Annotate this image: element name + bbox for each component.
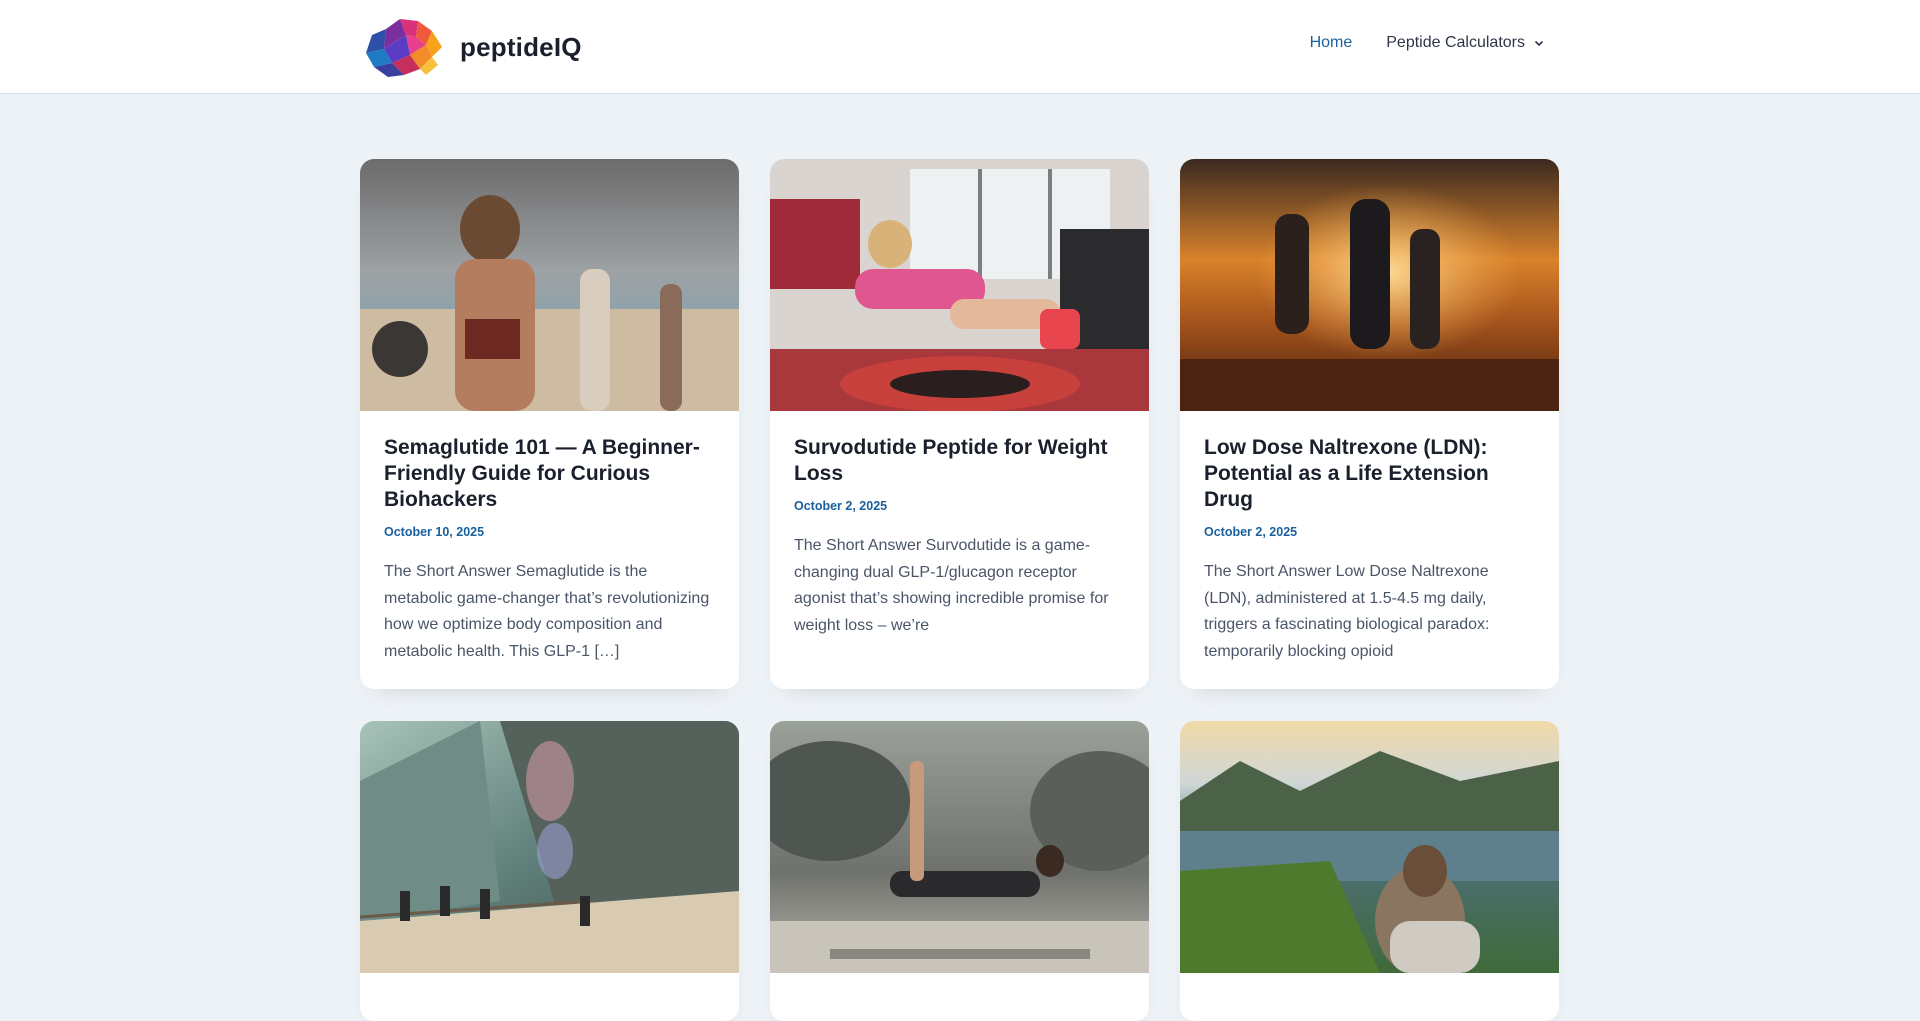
post-thumbnail-beach[interactable]	[360, 159, 739, 411]
post-excerpt: The Short Answer Survodutide is a game-c…	[794, 537, 1109, 634]
post-card[interactable]: Survodutide Peptide for Weight Loss Octo…	[770, 159, 1149, 689]
site-brand-link[interactable]: peptideIQ	[360, 15, 582, 79]
site-name: peptideIQ	[460, 31, 582, 62]
nav-peptide-calculators-label: Peptide Calculators	[1386, 34, 1525, 51]
post-date: October 2, 2025	[1204, 525, 1298, 539]
post-card[interactable]: Semaglutide 101 — A Beginner-Friendly Gu…	[360, 159, 739, 689]
post-card[interactable]	[1180, 721, 1559, 1021]
post-thumbnail-yoga[interactable]	[770, 721, 1149, 973]
post-date: October 10, 2025	[384, 525, 485, 539]
post-date: October 2, 2025	[794, 499, 888, 513]
post-grid: Semaglutide 101 — A Beginner-Friendly Gu…	[360, 159, 1560, 1021]
nav-peptide-calculators-menu[interactable]: Peptide Calculators	[1386, 34, 1545, 52]
post-title-link[interactable]: Low Dose Naltrexone (LDN): Potential as …	[1204, 435, 1535, 513]
brain-logo-icon	[366, 19, 442, 77]
post-excerpt: The Short Answer Low Dose Naltrexone (LD…	[1204, 563, 1490, 660]
post-thumbnail-mountain[interactable]	[360, 721, 739, 973]
post-card[interactable]	[770, 721, 1149, 1021]
post-thumbnail-gym[interactable]	[770, 159, 1149, 411]
nav-home-link[interactable]: Home	[1310, 34, 1353, 52]
post-excerpt: The Short Answer Semaglutide is the meta…	[384, 563, 710, 660]
post-card[interactable]	[360, 721, 739, 1021]
nav-home-label: Home	[1309, 34, 1353, 51]
chevron-down-icon	[1534, 40, 1544, 47]
post-card[interactable]: Low Dose Naltrexone (LDN): Potential as …	[1180, 159, 1559, 689]
post-title-link[interactable]: Semaglutide 101 — A Beginner-Friendly Gu…	[384, 435, 715, 513]
post-thumbnail-sunset[interactable]	[1180, 159, 1559, 411]
post-title-link[interactable]: Survodutide Peptide for Weight Loss	[794, 435, 1125, 487]
post-thumbnail-fjord[interactable]	[1180, 721, 1559, 973]
site-header: peptideIQ Home Peptide Calculators	[0, 0, 1920, 94]
main-nav: Home Peptide Calculators	[1310, 34, 1545, 52]
